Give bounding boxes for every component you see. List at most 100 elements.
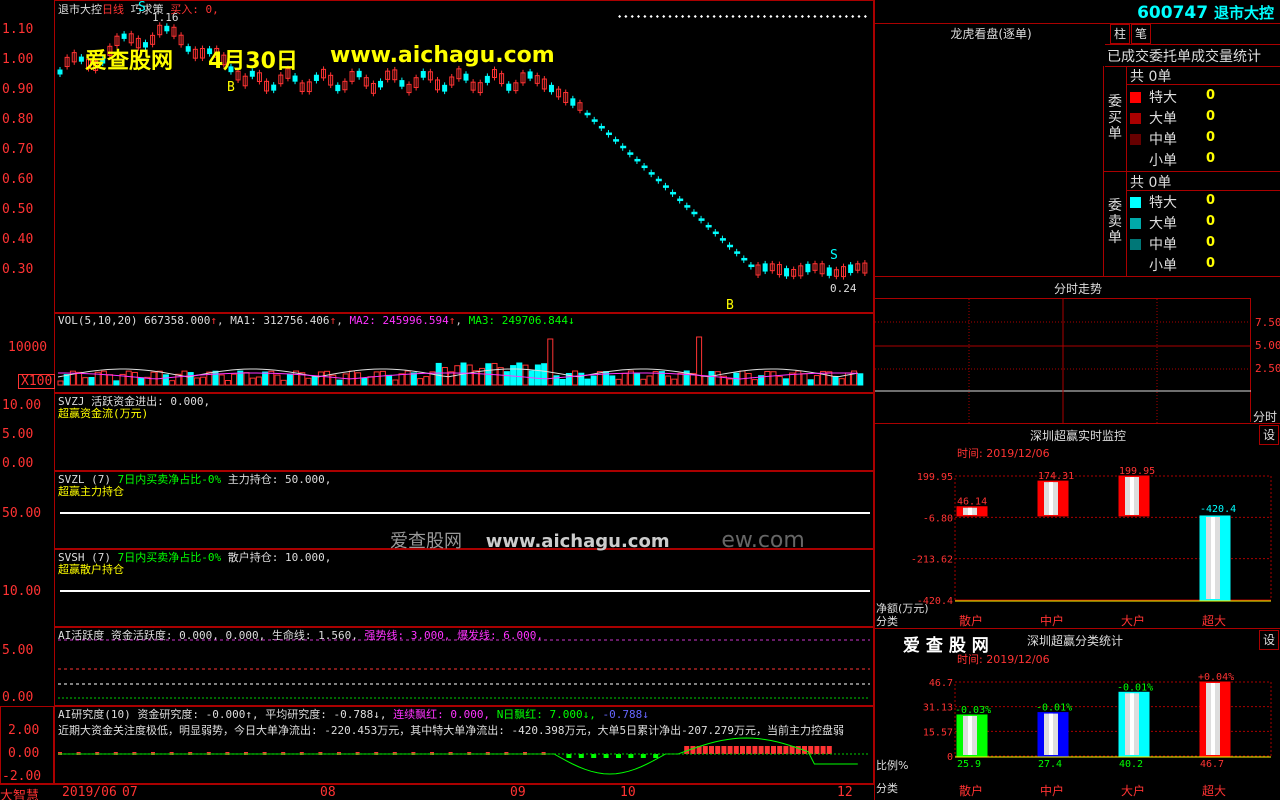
buy-row-s-value: 0	[1206, 151, 1216, 166]
ghost-watermark: ew.com	[721, 528, 805, 553]
sell-row-l: 大单	[1130, 213, 1177, 233]
intraday-chart[interactable]	[875, 298, 1251, 423]
volume-bar	[702, 375, 709, 386]
monitor-title: 深圳超赢实时监控	[1029, 429, 1126, 443]
signal-dot: ⬩	[820, 12, 824, 22]
candle-body	[356, 70, 362, 78]
monitor-top-divider	[875, 423, 1280, 424]
volume-bar	[826, 371, 833, 386]
category-label: 超大	[1202, 613, 1226, 628]
volume-bar	[286, 373, 293, 386]
volume-bar	[181, 370, 188, 386]
price-tick-4: 0.80	[2, 112, 34, 127]
volume-bar	[200, 376, 207, 386]
column-view-button[interactable]: 柱	[1110, 24, 1130, 44]
svzj-tick-3: 0.00	[2, 456, 34, 471]
candle-body	[691, 211, 698, 215]
sell-total: 共 0单	[1130, 175, 1172, 191]
y-tick-label: 46.7	[929, 678, 953, 689]
candle-body	[670, 191, 677, 195]
dragon-title: 龙虎看盘(逐单)	[950, 27, 1032, 41]
buy-row-l-label: 大单	[1149, 111, 1177, 127]
signal-dot: ⬩	[832, 12, 836, 22]
volume-bar	[138, 377, 145, 386]
candle-body	[570, 98, 576, 106]
intraday-top-divider	[875, 276, 1280, 277]
intraday-tick-1: 7.50	[1255, 316, 1280, 329]
volume-bar	[559, 378, 566, 386]
buy-row-s: 小单	[1130, 150, 1177, 170]
research-bar	[777, 746, 783, 754]
candle-body	[684, 205, 691, 208]
candle-body	[748, 264, 755, 268]
sell-row-m: 中单	[1130, 234, 1177, 254]
volume-bar	[262, 371, 269, 386]
research-bar	[752, 746, 758, 754]
monitor-settings-button[interactable]: 设	[1259, 425, 1279, 445]
research-bar	[740, 746, 745, 754]
class-top-divider	[875, 628, 1280, 629]
volume-bar	[88, 376, 95, 386]
main-chart-area[interactable]: 退市大控日线 巧求策 买入: 0, 1.10 1.00 0.90 0.80 0.…	[0, 0, 874, 800]
price-tick-5: 0.70	[2, 142, 34, 157]
signal-dot: ⬩	[763, 12, 767, 22]
svzl-sub: 超赢主力持仓	[58, 485, 124, 498]
candle-body	[741, 257, 748, 261]
ai-research-tick-2: 0.00	[8, 746, 40, 761]
volume-bar	[665, 375, 672, 386]
signal-dot: ⬩	[738, 12, 742, 22]
signal-dot: ⬩	[662, 12, 666, 22]
intraday-title[interactable]: 分时走势	[875, 280, 1280, 297]
y-tick-label: -213.62	[911, 555, 953, 566]
research-bar	[591, 754, 597, 758]
sell-total-divider	[1126, 190, 1280, 191]
bar-shine	[968, 715, 972, 755]
candle-body	[185, 46, 191, 52]
volume-bar	[324, 370, 331, 386]
ai-research-tick-1: 2.00	[8, 723, 40, 738]
volume-bar	[423, 376, 430, 386]
center-watermark-url: www.aichagu.com	[485, 531, 670, 552]
center-watermark-brand: 爱查股网	[390, 531, 462, 552]
volume-bar	[348, 370, 355, 386]
signal-dot: ⬩	[769, 12, 773, 22]
candle-body	[335, 84, 341, 92]
volume-bar	[280, 379, 287, 386]
class-category-label: 分类	[876, 782, 898, 795]
time-label-5: 10	[620, 785, 636, 800]
sell-row-s-label: 小单	[1149, 258, 1177, 274]
candle-body	[698, 218, 705, 221]
bar-shine	[1130, 477, 1134, 515]
candle-body	[506, 83, 512, 91]
center-watermark: 爱查股网 www.aichagu.com ew.com	[390, 527, 805, 553]
volume-bar	[82, 377, 89, 386]
volume-bar	[634, 372, 641, 386]
signal-dot: ⬩	[675, 12, 679, 22]
svzl-line	[60, 512, 870, 514]
buy-group-label: 委买单	[1108, 94, 1122, 142]
volume-bar	[367, 376, 374, 386]
candle-body	[442, 84, 448, 92]
monitor-chart: 199.95 -6.80 -213.62 -420.4 46.14 散户 174.31 中户 1…	[911, 466, 1272, 628]
volume-bar	[373, 371, 380, 386]
signal-dot: ⬩	[731, 12, 735, 22]
volume-bar	[764, 370, 771, 386]
research-bar	[826, 746, 832, 754]
volume-bar	[361, 377, 368, 386]
bar-shine	[1211, 683, 1215, 755]
class-settings-button[interactable]: 设	[1259, 630, 1279, 650]
volume-bar	[671, 378, 678, 386]
signal-dot: ⬩	[864, 12, 868, 22]
bar-bottom-value: 27.4	[1038, 759, 1062, 770]
volume-bar	[386, 374, 393, 386]
svzl-holding: 主力持仓: 50.000,	[227, 473, 332, 486]
pen-view-button[interactable]: 笔	[1131, 24, 1151, 44]
svzj-tick-2: 5.00	[2, 427, 34, 442]
dragon-divider	[1105, 44, 1280, 45]
bar-value-label: -0.01%	[1117, 682, 1153, 693]
volume-bar	[125, 370, 132, 386]
category-label: 散户	[959, 783, 983, 798]
category-label: 中户	[1040, 783, 1064, 798]
bar-value-label: -0.03%	[955, 705, 991, 716]
signal-dot: ⬩	[713, 12, 717, 22]
